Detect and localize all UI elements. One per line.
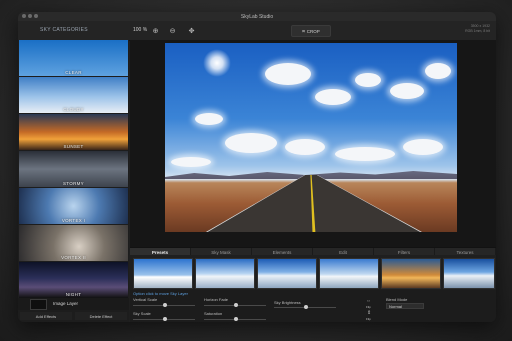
- sky-brightness-slider[interactable]: [274, 305, 336, 309]
- cloud: [335, 147, 395, 161]
- slider-knob[interactable]: [163, 317, 167, 321]
- category-clear[interactable]: CLEAR: [19, 40, 128, 76]
- blend-mode-label: Blend Mode: [386, 297, 408, 302]
- toolbar: SKY CATEGORIES 100 % ⊕ ⊖ ✥ ⌗ CROP 3500 x…: [18, 21, 496, 41]
- move-sky-hint: Option click to move Sky Layer: [133, 291, 188, 296]
- pan-move-icon[interactable]: ✥: [186, 25, 197, 36]
- image-colorspace: RGB 1mm, 8 bit: [465, 28, 490, 33]
- presets-strip: [130, 255, 496, 290]
- zoom-in-icon[interactable]: ⊕: [150, 25, 161, 36]
- cloud: [265, 63, 311, 85]
- crop-button[interactable]: ⌗ CROP: [291, 25, 331, 37]
- zoom-window-button[interactable]: [34, 14, 38, 18]
- category-vortex-1[interactable]: VORTEX I: [19, 188, 128, 224]
- minimize-window-button[interactable]: [28, 14, 32, 18]
- sky-brightness-label: Sky Brightness: [274, 300, 301, 305]
- preset-thumbnail[interactable]: [257, 258, 317, 289]
- app-window: SkyLab Studio SKY CATEGORIES 100 % ⊕ ⊖ ✥…: [18, 12, 496, 322]
- saturation-slider[interactable]: [204, 317, 266, 321]
- title-bar: SkyLab Studio: [18, 12, 496, 21]
- flip-vertical-icon[interactable]: ⇕: [367, 310, 371, 316]
- category-label: SUNSET: [63, 144, 84, 149]
- slider-knob[interactable]: [234, 317, 238, 321]
- cloud: [225, 133, 277, 153]
- blend-mode-value: Normal: [389, 303, 402, 309]
- main-photo: [165, 43, 457, 232]
- layer-name: Image Layer: [53, 301, 79, 306]
- cloud: [195, 113, 223, 125]
- image-info: 3500 x 1932 RGB 1mm, 8 bit: [465, 24, 490, 33]
- vertical-scale-slider[interactable]: [133, 303, 195, 307]
- crop-label: CROP: [306, 28, 320, 34]
- close-window-button[interactable]: [22, 14, 26, 18]
- flip-horizontal-label: Flip: [366, 305, 371, 309]
- preset-thumbnail[interactable]: [195, 258, 255, 289]
- saturation-label: Saturation: [204, 311, 223, 316]
- category-vortex-2[interactable]: VORTEX II: [19, 225, 128, 261]
- layer-row[interactable]: Image Layer: [18, 298, 129, 310]
- sky-categories-panel: CLEAR CLOUDY SUNSET STORMY VORTEX I VORT…: [18, 40, 129, 322]
- flip-vertical-label: Flip: [366, 317, 371, 321]
- sky-scale-slider[interactable]: [133, 317, 195, 321]
- cloud: [355, 73, 381, 87]
- category-cloudy[interactable]: CLOUDY: [19, 77, 128, 113]
- category-label: CLOUDY: [63, 107, 84, 112]
- preset-thumbnail[interactable]: [381, 258, 441, 289]
- slider-knob[interactable]: [234, 303, 238, 307]
- cloud: [403, 139, 443, 155]
- cloud: [390, 83, 424, 99]
- category-label: VORTEX II: [61, 255, 86, 260]
- sky-scale-label: Sky Scale: [133, 311, 151, 316]
- sky-categories-title: SKY CATEGORIES: [40, 27, 88, 33]
- cloud: [315, 89, 351, 105]
- window-title: SkyLab Studio: [240, 13, 274, 20]
- category-label: CLEAR: [65, 70, 82, 75]
- slider-knob[interactable]: [304, 305, 308, 309]
- preset-thumbnail[interactable]: [319, 258, 379, 289]
- category-night[interactable]: NIGHT: [19, 262, 128, 298]
- category-label: STORMY: [63, 181, 84, 186]
- delete-effect-button[interactable]: Delete Effect: [75, 312, 127, 320]
- flip-horizontal-icon[interactable]: ⇔: [366, 298, 371, 304]
- zoom-out-icon[interactable]: ⊖: [167, 25, 178, 36]
- horizon-fade-slider[interactable]: [204, 303, 266, 307]
- sky-controls: Option click to move Sky Layer Vertical …: [130, 290, 496, 322]
- cloud: [285, 139, 325, 155]
- preset-thumbnail[interactable]: [133, 258, 193, 289]
- image-canvas[interactable]: [130, 40, 496, 247]
- slider-knob[interactable]: [163, 303, 167, 307]
- category-label: VORTEX I: [61, 218, 86, 223]
- sun-glare: [203, 49, 231, 77]
- zoom-level: 100 %: [133, 27, 148, 33]
- blend-mode-select[interactable]: Normal: [386, 303, 424, 309]
- cloud: [425, 63, 451, 79]
- preset-thumbnail[interactable]: [443, 258, 495, 289]
- category-stormy[interactable]: STORMY: [19, 151, 128, 187]
- crop-icon: ⌗: [302, 28, 305, 34]
- add-effects-button[interactable]: Add Effects: [20, 312, 72, 320]
- vertical-scale-label: Vertical Scale: [133, 297, 158, 302]
- layer-thumbnail: [30, 299, 47, 310]
- cloud: [171, 157, 211, 167]
- category-sunset[interactable]: SUNSET: [19, 114, 128, 150]
- category-label: NIGHT: [65, 292, 82, 297]
- horizon-fade-label: Horizon Fade: [204, 297, 229, 302]
